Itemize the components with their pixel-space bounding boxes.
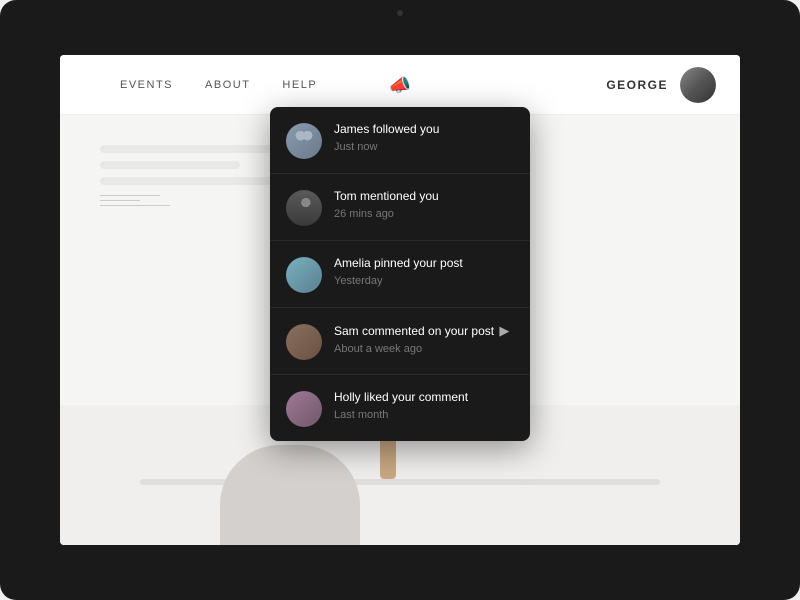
- notif-text-amelia: Amelia pinned your post: [334, 255, 514, 272]
- navbar: EVENTS ABOUT HELP 📣 GEORGE: [60, 55, 740, 115]
- avatar-amelia: [286, 257, 322, 293]
- notification-item-sam[interactable]: Sam commented on your post ▶ About a wee…: [270, 308, 530, 375]
- deco-marks: [100, 195, 170, 210]
- notif-time-amelia: Yesterday: [334, 275, 514, 287]
- avatar-sam: [286, 324, 322, 360]
- notif-time-holly: Last month: [334, 409, 514, 421]
- table-surface: [140, 479, 660, 485]
- avatar-holly: [286, 391, 322, 427]
- megaphone-icon[interactable]: 📣: [389, 76, 411, 94]
- deco-mark: [100, 200, 140, 201]
- laptop-frame: EVENTS ABOUT HELP 📣 GEORGE: [0, 0, 800, 600]
- notif-time-sam: About a week ago: [334, 343, 514, 355]
- cursor-icon: ▶: [499, 322, 509, 340]
- notif-content-amelia: Amelia pinned your post Yesterday: [334, 255, 514, 287]
- notif-time-tom: 26 mins ago: [334, 208, 514, 220]
- avatar-james: [286, 123, 322, 159]
- notif-text-sam: Sam commented on your post ▶: [334, 322, 514, 340]
- notif-content-sam: Sam commented on your post ▶ About a wee…: [334, 322, 514, 355]
- notif-text-holly: Holly liked your comment: [334, 389, 514, 406]
- deco-mark: [100, 205, 170, 206]
- laptop-screen: EVENTS ABOUT HELP 📣 GEORGE: [60, 55, 740, 545]
- page-line: [100, 161, 240, 169]
- avatar-tom: [286, 190, 322, 226]
- notification-item-holly[interactable]: Holly liked your comment Last month: [270, 375, 530, 441]
- nav-links: EVENTS ABOUT HELP: [120, 79, 317, 91]
- notif-content-james: James followed you Just now: [334, 121, 514, 153]
- nav-username: GEORGE: [606, 78, 668, 92]
- nav-help[interactable]: HELP: [282, 79, 317, 91]
- nav-avatar-image: [680, 67, 716, 103]
- nav-events[interactable]: EVENTS: [120, 79, 173, 91]
- page-line: [100, 145, 280, 153]
- nav-center: 📣: [389, 76, 411, 94]
- notification-item-james[interactable]: James followed you Just now: [270, 107, 530, 174]
- notification-dropdown: James followed you Just now Tom mentione…: [270, 107, 530, 441]
- nav-about[interactable]: ABOUT: [205, 79, 250, 91]
- notif-text-tom: Tom mentioned you: [334, 188, 514, 205]
- nav-right: GEORGE: [606, 67, 716, 103]
- notif-content-tom: Tom mentioned you 26 mins ago: [334, 188, 514, 220]
- notif-content-holly: Holly liked your comment Last month: [334, 389, 514, 421]
- notif-time-james: Just now: [334, 141, 514, 153]
- chair-silhouette: [220, 445, 360, 545]
- notification-item-tom[interactable]: Tom mentioned you 26 mins ago: [270, 174, 530, 241]
- webcam-dot: [397, 10, 403, 16]
- notif-text-james: James followed you: [334, 121, 514, 138]
- deco-mark: [100, 195, 160, 196]
- notification-item-amelia[interactable]: Amelia pinned your post Yesterday: [270, 241, 530, 308]
- nav-avatar[interactable]: [680, 67, 716, 103]
- page-background: EVENTS ABOUT HELP 📣 GEORGE: [60, 55, 740, 545]
